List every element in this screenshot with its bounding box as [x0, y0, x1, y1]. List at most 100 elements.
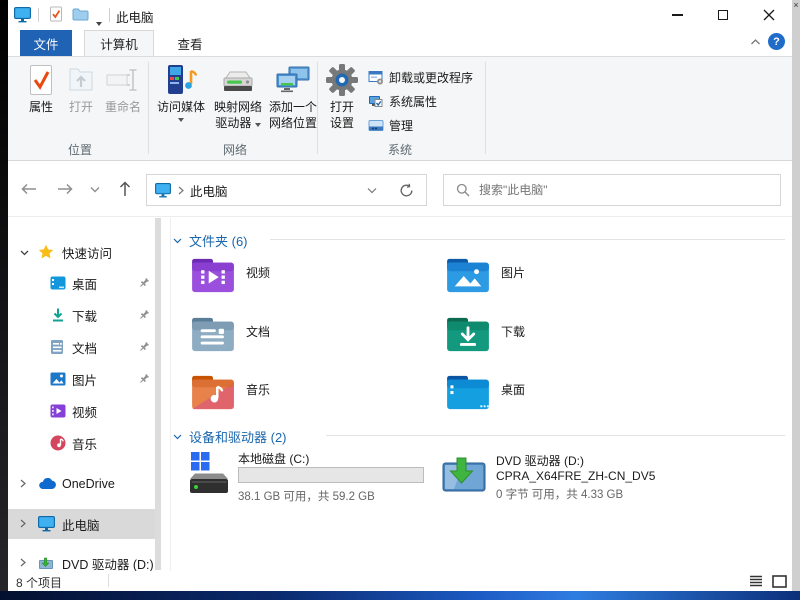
folder-tile-videos[interactable]: 视频	[190, 256, 440, 302]
sidebar-scrollbar[interactable]	[155, 218, 161, 570]
window-title: 此电脑	[116, 7, 154, 26]
item-count: 8 个项目	[16, 574, 62, 591]
close-button[interactable]	[746, 0, 792, 30]
desktop-right-strip: ×	[792, 0, 800, 591]
chevron-down-icon[interactable]	[20, 245, 30, 259]
up-icon[interactable]	[112, 176, 138, 202]
drive-name: DVD 驱动器 (D:)	[496, 452, 584, 469]
chevron-right-icon[interactable]	[20, 477, 30, 491]
ribbon-group-divider	[317, 62, 318, 154]
details-view-icon[interactable]	[745, 572, 767, 590]
access-media-icon	[164, 61, 198, 99]
sidebar-item-this-pc[interactable]: 此电脑	[8, 509, 158, 539]
tab-file[interactable]: 文件	[20, 30, 72, 56]
onedrive-cloud-icon	[38, 478, 56, 490]
quick-access-star-icon	[38, 244, 54, 260]
sidebar-item-downloads[interactable]: 下载	[8, 300, 158, 330]
uninstall-button[interactable]: 卸载或更改程序	[368, 67, 473, 87]
documents-icon	[50, 339, 64, 355]
add-network-location-icon	[275, 61, 311, 99]
add-network-location-button[interactable]: 添加一个 网络位置	[268, 61, 318, 131]
forward-icon[interactable]	[52, 176, 78, 202]
quick-access-properties-icon[interactable]	[48, 6, 64, 23]
properties-icon	[28, 61, 54, 99]
folder-label: 音乐	[246, 381, 270, 419]
minimize-button[interactable]	[654, 0, 700, 30]
desktop-icon	[50, 276, 66, 290]
folder-tile-pictures[interactable]: 图片	[445, 256, 695, 302]
chevron-down-icon	[173, 434, 182, 440]
folder-tile-documents[interactable]: 文档	[190, 315, 440, 361]
titlebar-separator	[38, 8, 39, 22]
section-header-drives[interactable]: 设备和驱动器 (2)	[173, 427, 287, 446]
drive-caption: 38.1 GB 可用，共 59.2 GB	[238, 488, 375, 504]
sidebar-item-label: 快速访问	[62, 243, 112, 262]
chevron-right-icon[interactable]	[20, 517, 30, 531]
search-input[interactable]	[479, 183, 780, 197]
open-icon	[67, 61, 95, 99]
section-rule	[270, 239, 785, 240]
properties-button[interactable]: 属性	[22, 61, 60, 115]
uninstall-label: 卸载或更改程序	[389, 69, 473, 86]
help-icon[interactable]: ?	[768, 33, 785, 50]
sidebar-item-documents[interactable]: 文档	[8, 332, 158, 362]
disk-usage-bar	[238, 467, 424, 483]
folder-tile-desktop[interactable]: 桌面	[445, 373, 695, 419]
section-rule	[326, 435, 785, 436]
open-settings-button[interactable]: 打开 设置	[323, 61, 361, 131]
sidebar-item-pictures[interactable]: 图片	[8, 364, 158, 394]
sidebar-item-onedrive[interactable]: OneDrive	[8, 469, 158, 499]
manage-icon	[368, 118, 384, 133]
sidebar-item-videos[interactable]: 视频	[8, 396, 158, 426]
folder-label: 下载	[501, 323, 525, 361]
search-icon	[456, 183, 470, 197]
file-explorer-window: 此电脑 文件 计算机 查看 ? 属性	[8, 0, 792, 591]
system-properties-button[interactable]: 系统属性	[368, 91, 437, 111]
address-breadcrumb[interactable]: 此电脑	[146, 174, 427, 206]
collapse-ribbon-icon[interactable]	[750, 38, 761, 46]
recent-locations-icon[interactable]	[82, 176, 108, 202]
manage-label: 管理	[389, 117, 413, 134]
breadcrumb-item[interactable]: 此电脑	[190, 181, 228, 200]
ribbon-group-divider	[485, 62, 486, 154]
section-header-folders[interactable]: 文件夹 (6)	[173, 231, 248, 250]
tab-view[interactable]: 查看	[164, 30, 216, 56]
address-dropdown-icon[interactable]	[367, 187, 377, 194]
rename-button: 重命名	[100, 61, 146, 115]
breadcrumb-chevron-icon	[178, 186, 184, 195]
rename-icon	[106, 61, 140, 99]
videos-icon	[50, 404, 66, 418]
sidebar-item-quick-access[interactable]: 快速访问	[8, 237, 158, 267]
pin-icon	[138, 341, 150, 353]
address-bar-row: 此电脑	[8, 162, 792, 217]
refresh-icon[interactable]	[399, 183, 414, 198]
map-network-drive-button[interactable]: 映射网络 驱动器	[210, 61, 266, 131]
chevron-down-icon	[173, 238, 182, 244]
access-media-button[interactable]: 访问媒体	[154, 61, 208, 122]
back-icon[interactable]	[16, 176, 42, 202]
tab-computer[interactable]: 计算机	[84, 30, 154, 56]
sidebar-item-desktop[interactable]: 桌面	[8, 268, 158, 298]
pin-icon	[138, 277, 150, 289]
quick-access-new-folder-icon[interactable]	[72, 8, 89, 21]
map-network-drive-icon	[219, 61, 257, 99]
downloads-folder-icon	[445, 315, 491, 361]
drive-name: 本地磁盘 (C:)	[238, 450, 309, 467]
folder-tile-downloads[interactable]: 下载	[445, 315, 695, 361]
ribbon-tab-row: 文件 计算机 查看 ?	[8, 30, 792, 56]
large-icons-view-icon[interactable]	[768, 572, 790, 590]
sidebar-item-music[interactable]: 音乐	[8, 428, 158, 458]
maximize-button[interactable]	[700, 0, 746, 30]
folder-tile-music[interactable]: 音乐	[190, 373, 440, 419]
dvd-drive-icon	[441, 456, 487, 496]
folder-label: 图片	[501, 264, 525, 302]
section-title: 文件夹 (6)	[189, 231, 248, 250]
pane-splitter[interactable]	[170, 218, 171, 571]
ribbon-group-divider	[148, 62, 149, 154]
desktop: × 此电脑 文	[0, 0, 800, 600]
manage-button[interactable]: 管理	[368, 115, 413, 135]
chevron-right-icon[interactable]	[20, 556, 30, 570]
search-box	[443, 174, 781, 206]
pin-icon	[138, 309, 150, 321]
this-pc-icon	[38, 516, 55, 532]
